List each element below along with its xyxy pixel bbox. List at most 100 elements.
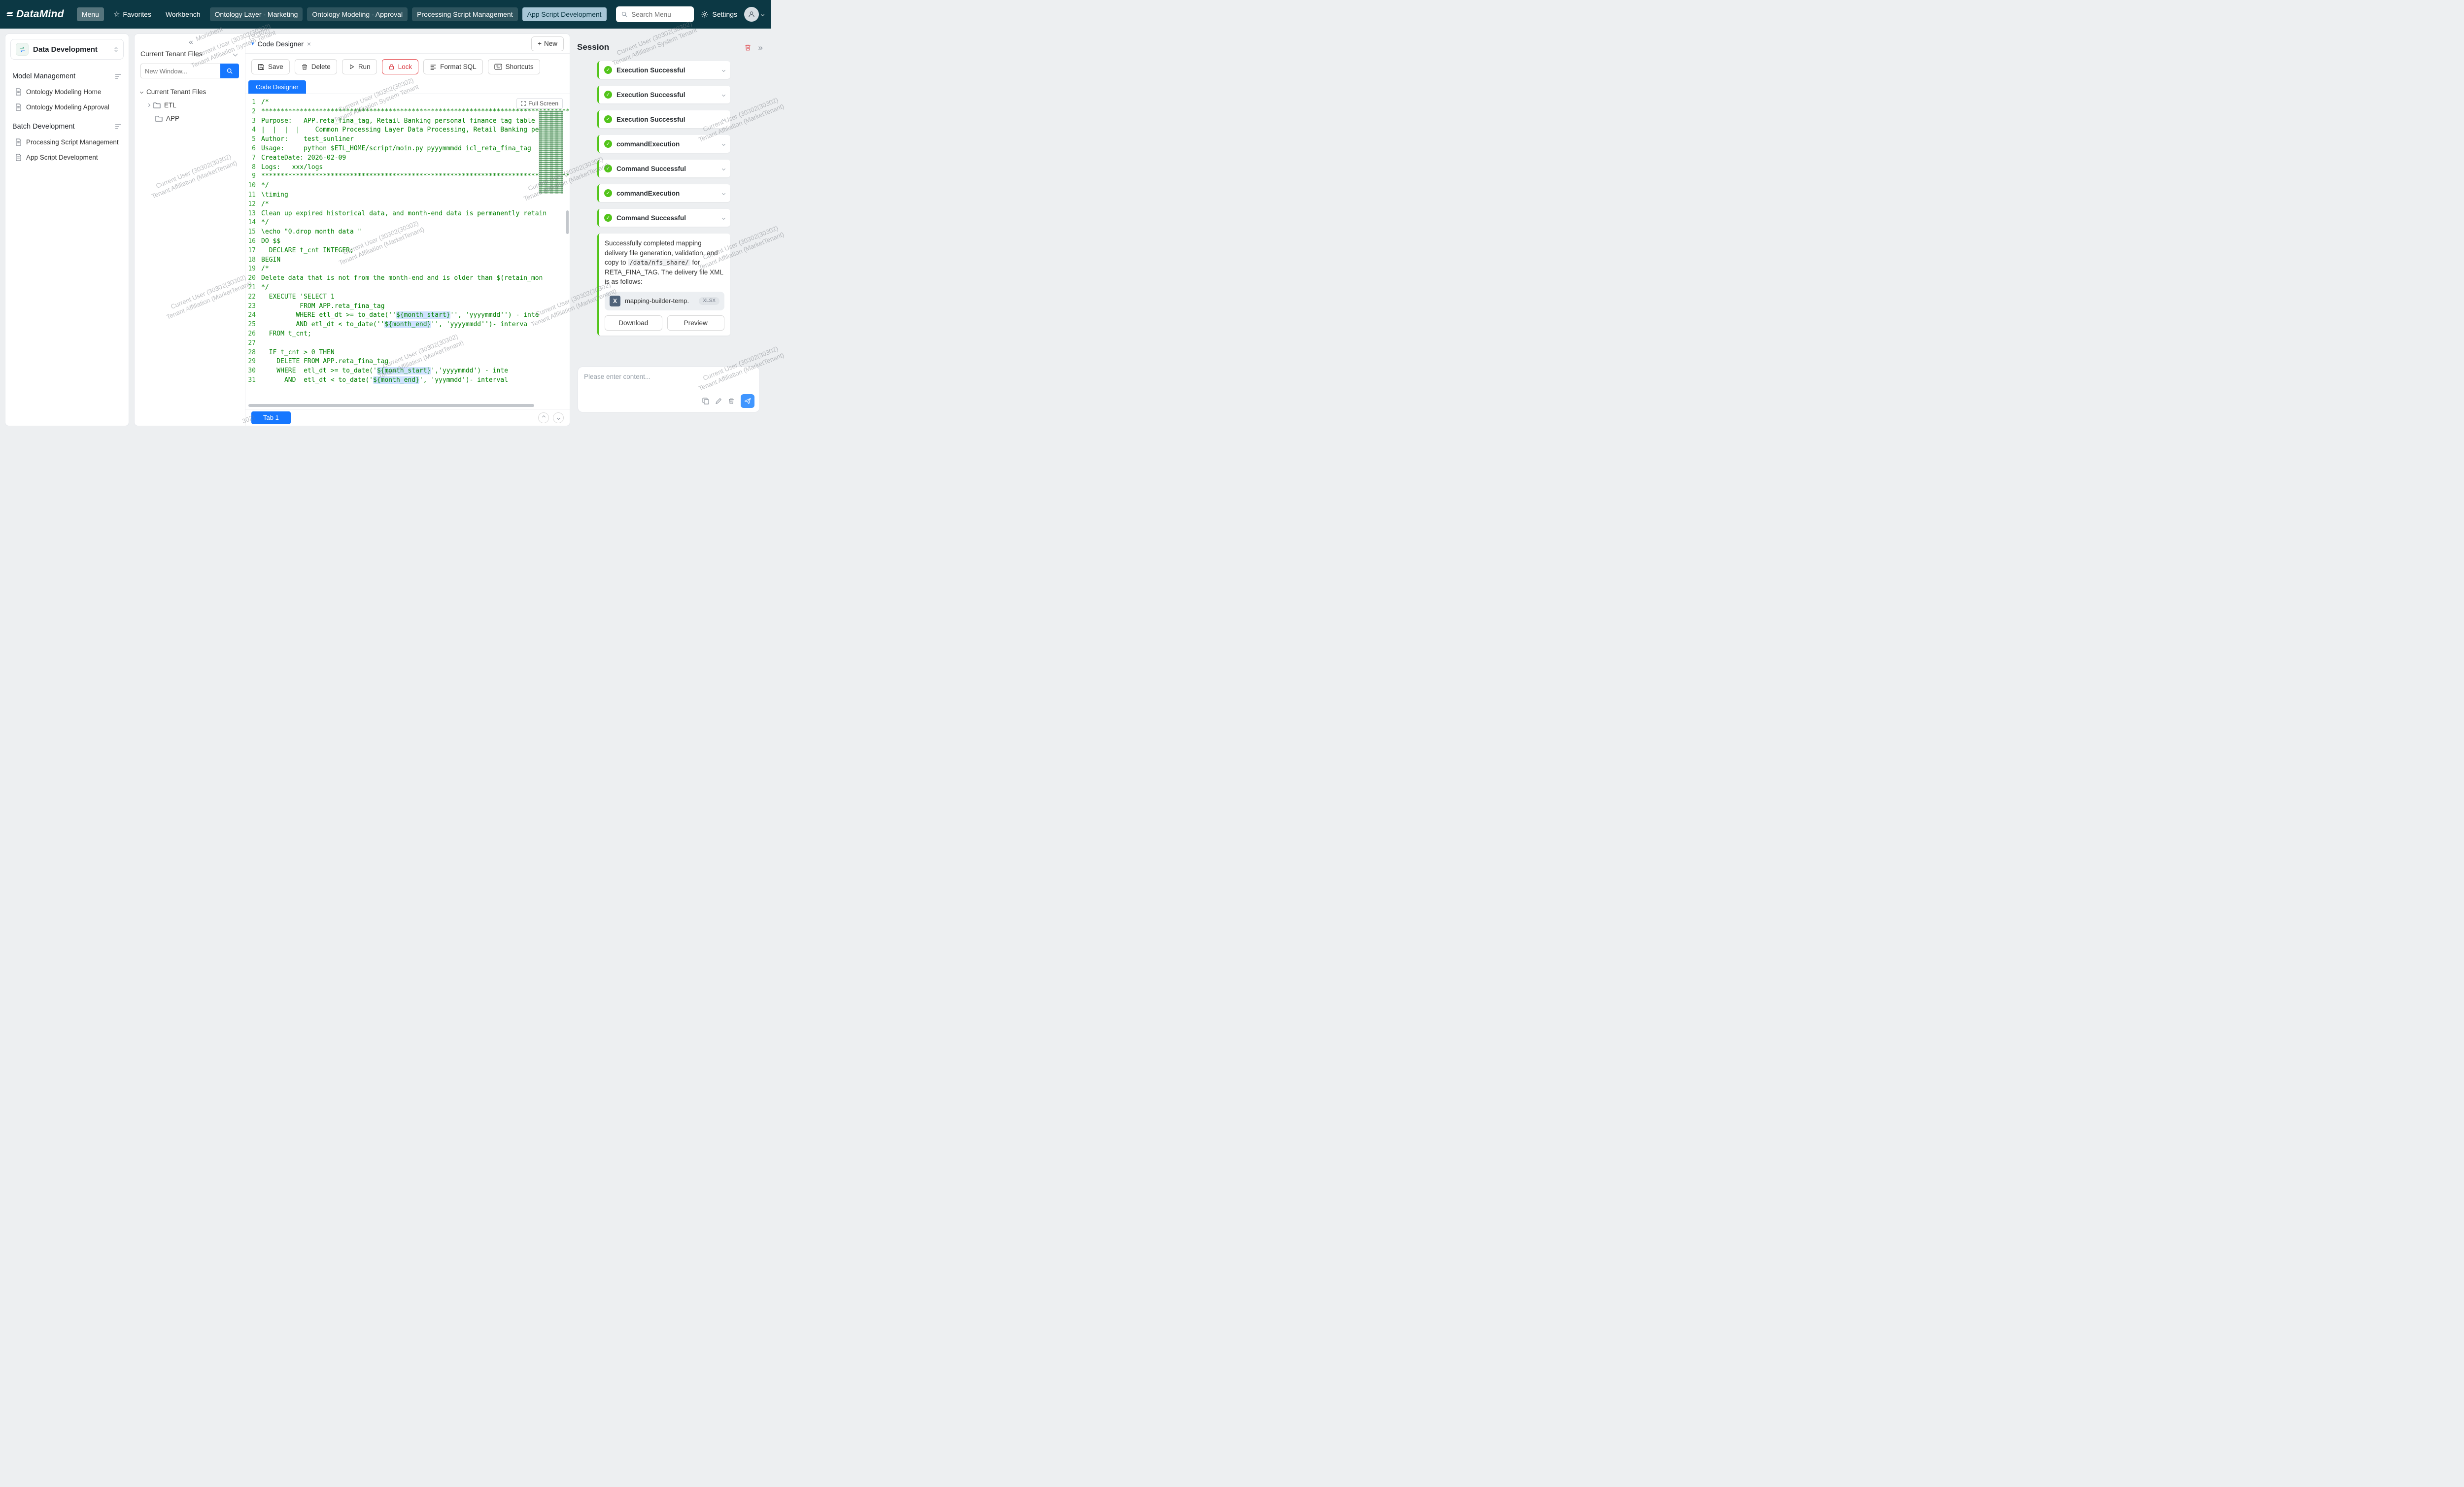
nav-tab-ontology-layer-marketing[interactable]: Ontology Layer - Marketing bbox=[210, 7, 303, 21]
settings-button[interactable]: Settings bbox=[701, 10, 737, 18]
trash-icon bbox=[301, 64, 308, 70]
keyboard-icon bbox=[494, 64, 502, 70]
file-search-button[interactable] bbox=[220, 64, 239, 78]
format-lines-icon bbox=[430, 64, 437, 70]
copy-icon[interactable] bbox=[702, 398, 709, 405]
trash-icon bbox=[744, 44, 752, 51]
code-line: 23 FROM APP.reta_fina_tag bbox=[245, 302, 570, 311]
run-button[interactable]: Run bbox=[342, 59, 377, 74]
nav-tab-app-script-development[interactable]: App Script Development bbox=[522, 7, 607, 21]
chevron-down-icon bbox=[722, 93, 725, 96]
chevron-down-icon bbox=[722, 117, 725, 121]
code-editor[interactable]: 1/*2************************************… bbox=[245, 98, 570, 402]
scroll-tabs-down-button[interactable] bbox=[553, 412, 564, 423]
file-tree-panel: « Current Tenant Files Current Tenant Fi… bbox=[135, 34, 245, 426]
preview-button[interactable]: Preview bbox=[667, 315, 725, 331]
session-event[interactable]: ✓commandExecution bbox=[597, 184, 730, 202]
session-event[interactable]: ✓Command Successful bbox=[597, 160, 730, 177]
nav-tab-ontology-modeling-approval[interactable]: Ontology Modeling - Approval bbox=[307, 7, 408, 21]
code-line: 16DO $$ bbox=[245, 237, 570, 246]
event-label: Execution Successful bbox=[616, 67, 718, 74]
session-title: Session bbox=[577, 42, 737, 52]
code-line: 19/* bbox=[245, 265, 570, 274]
tree-folder-app[interactable]: APP bbox=[140, 112, 239, 125]
horizontal-scrollbar[interactable] bbox=[248, 404, 534, 407]
collapse-panel-icon[interactable]: « bbox=[189, 38, 193, 46]
new-button[interactable]: + New bbox=[531, 36, 564, 51]
fullscreen-icon bbox=[521, 101, 526, 106]
bottom-tab-1[interactable]: Tab 1 bbox=[251, 411, 291, 424]
chevron-down-icon bbox=[722, 142, 725, 145]
select-arrows-icon bbox=[114, 46, 118, 53]
chat-actions bbox=[702, 394, 754, 408]
file-type-badge: XLSX bbox=[699, 297, 719, 305]
nav-item-workbench[interactable]: Workbench bbox=[161, 7, 205, 21]
nav-item-menu[interactable]: Menu bbox=[77, 7, 104, 21]
shortcuts-button[interactable]: Shortcuts bbox=[488, 59, 540, 74]
close-tab-icon[interactable]: × bbox=[307, 40, 311, 48]
code-editor-box: Full Screen 1/*2************************… bbox=[245, 94, 570, 409]
document-icon bbox=[15, 88, 22, 96]
session-event[interactable]: ✓Command Successful bbox=[597, 209, 730, 227]
chat-input[interactable] bbox=[584, 373, 753, 396]
event-label: Execution Successful bbox=[616, 91, 718, 99]
search-icon bbox=[621, 11, 628, 18]
file-search-input[interactable] bbox=[140, 64, 220, 78]
main-nav: Menu ☆Favorites Workbench Ontology Layer… bbox=[77, 7, 612, 22]
trash-icon[interactable] bbox=[728, 398, 735, 405]
tree-folder-etl[interactable]: ETL bbox=[140, 99, 239, 112]
search-menu-input[interactable] bbox=[631, 11, 686, 18]
scroll-tabs-up-button[interactable] bbox=[538, 412, 549, 423]
user-menu-button[interactable] bbox=[744, 7, 764, 22]
fullscreen-button[interactable]: Full Screen bbox=[516, 98, 563, 109]
session-event[interactable]: ✓commandExecution bbox=[597, 135, 730, 153]
nav-item-favorites[interactable]: ☆Favorites bbox=[108, 7, 156, 22]
check-icon: ✓ bbox=[604, 66, 612, 74]
code-line: 10*/ bbox=[245, 181, 570, 191]
session-panel: Session » ✓Execution Successful✓Executio… bbox=[573, 34, 766, 426]
section-list-icon[interactable] bbox=[115, 124, 122, 130]
chevron-down-icon bbox=[140, 90, 143, 94]
pencil-icon[interactable] bbox=[715, 398, 722, 405]
send-button[interactable] bbox=[741, 394, 754, 408]
lock-button[interactable]: Lock bbox=[382, 59, 419, 74]
session-event[interactable]: ✓Execution Successful bbox=[597, 110, 730, 128]
top-navigation-bar: DataMind Menu ☆Favorites Workbench Ontol… bbox=[0, 0, 771, 29]
sidebar-item-processing-script-management[interactable]: Processing Script Management bbox=[5, 135, 129, 150]
code-line: 26 FROM t_cnt; bbox=[245, 330, 570, 339]
star-icon: ☆ bbox=[113, 10, 120, 19]
menu-search-box[interactable] bbox=[616, 6, 694, 22]
chevron-down-icon bbox=[722, 167, 725, 170]
event-label: commandExecution bbox=[616, 140, 718, 148]
event-label: Execution Successful bbox=[616, 116, 718, 123]
vertical-scrollbar[interactable] bbox=[566, 210, 569, 234]
result-message: Successfully completed mapping delivery … bbox=[605, 238, 724, 287]
section-list-icon[interactable] bbox=[115, 73, 122, 79]
collapse-session-icon[interactable]: » bbox=[758, 43, 763, 52]
download-button[interactable]: Download bbox=[605, 315, 662, 331]
session-event[interactable]: ✓Execution Successful bbox=[597, 86, 730, 103]
delivery-file-chip[interactable]: X mapping-builder-temp. XLSX bbox=[605, 292, 724, 310]
code-designer-panel-tab[interactable]: Code Designer bbox=[248, 80, 306, 94]
code-line: 15\echo "0.drop month data " bbox=[245, 228, 570, 237]
format-sql-button[interactable]: Format SQL bbox=[423, 59, 483, 74]
tab-code-designer[interactable]: ▾ Code Designer × bbox=[251, 40, 311, 48]
sidebar-item-ontology-modeling-approval[interactable]: Ontology Modeling Approval bbox=[5, 100, 129, 115]
sidebar-item-ontology-modeling-home[interactable]: Ontology Modeling Home bbox=[5, 84, 129, 100]
document-icon bbox=[15, 103, 22, 111]
tree-root-current-tenant-files[interactable]: Current Tenant Files bbox=[140, 85, 239, 99]
clear-session-button[interactable] bbox=[744, 44, 752, 51]
editor-toolbar: Save Delete Run Lock Format SQL Shortcut… bbox=[245, 54, 570, 79]
workspace-selector[interactable]: Data Development bbox=[10, 39, 124, 60]
logo-text: DataMind bbox=[16, 8, 64, 20]
save-button[interactable]: Save bbox=[251, 59, 290, 74]
code-line: 18BEGIN bbox=[245, 256, 570, 265]
workbench-card: « Current Tenant Files Current Tenant Fi… bbox=[134, 34, 570, 426]
nav-tab-processing-script-management[interactable]: Processing Script Management bbox=[412, 7, 518, 21]
delete-button[interactable]: Delete bbox=[295, 59, 337, 74]
code-line: 13Clean up expired historical data, and … bbox=[245, 209, 570, 219]
session-event[interactable]: ✓ Execution Successful bbox=[597, 61, 730, 79]
sidebar-item-app-script-development[interactable]: App Script Development bbox=[5, 150, 129, 165]
code-minimap[interactable] bbox=[539, 111, 563, 194]
code-line: 9***************************************… bbox=[245, 172, 570, 181]
